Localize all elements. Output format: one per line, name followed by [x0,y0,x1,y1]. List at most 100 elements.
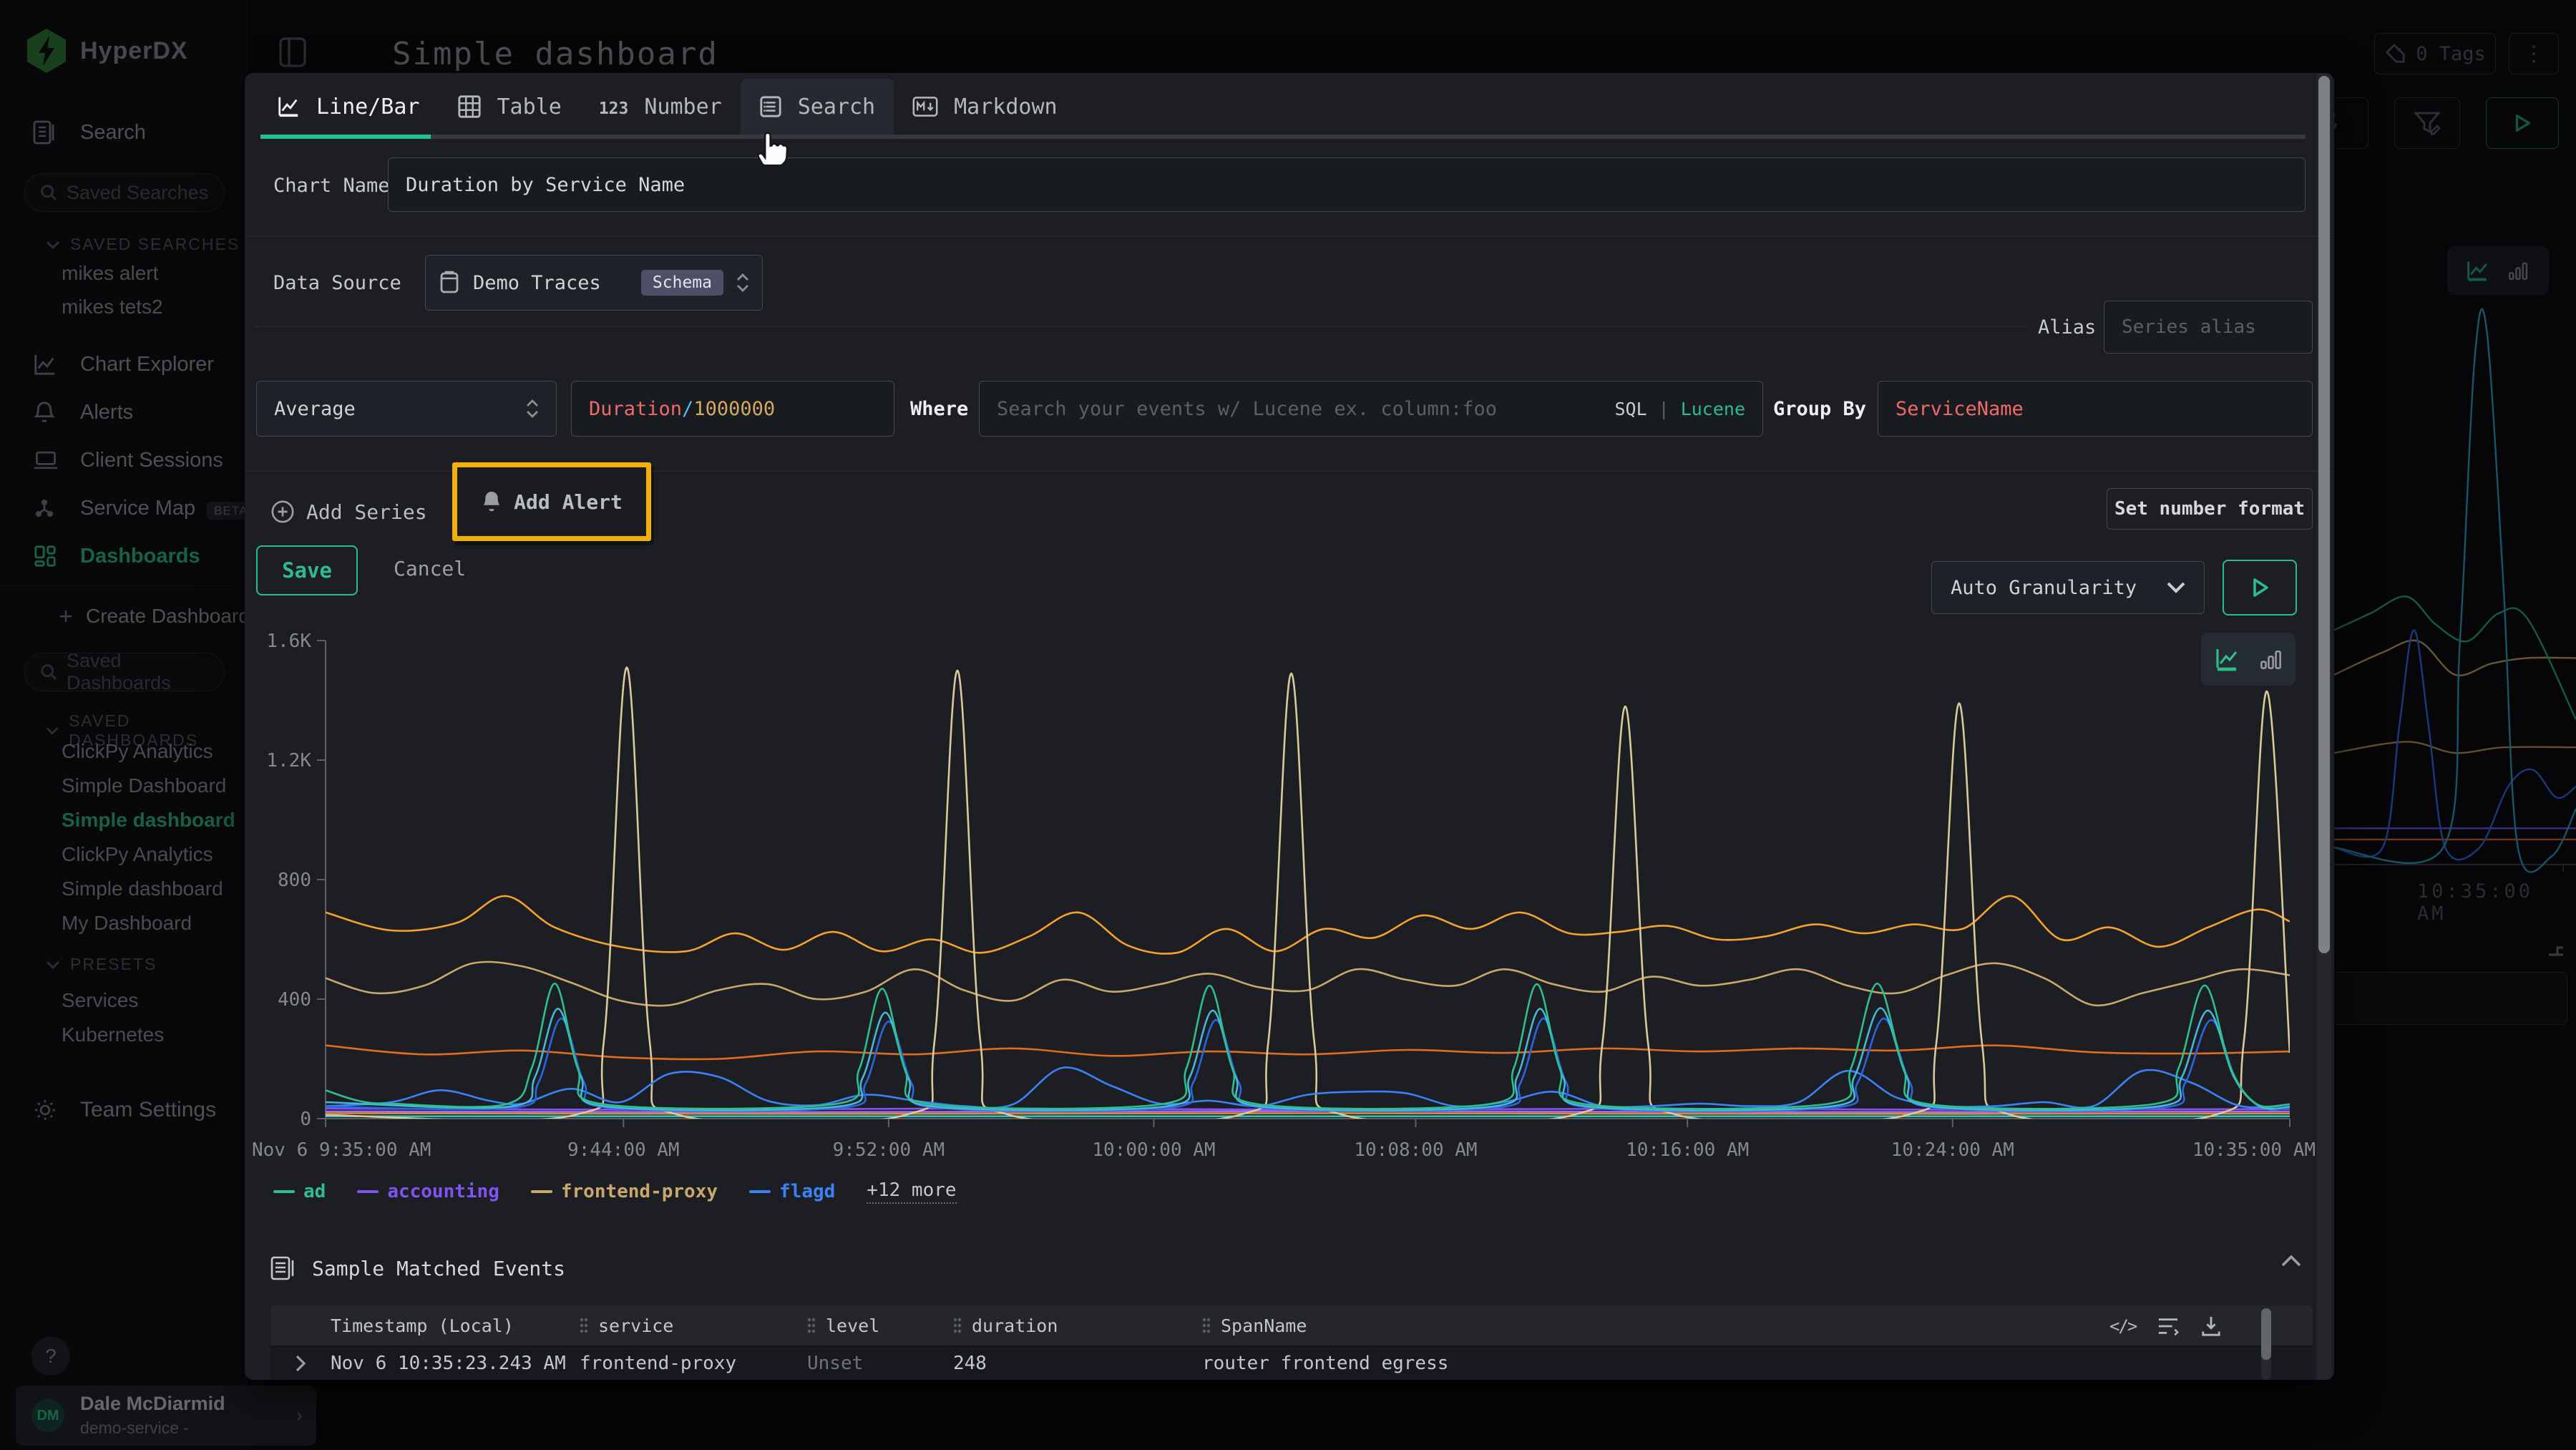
events-table-header: Timestamp (Local)serviceleveldurationSpa… [270,1305,2313,1346]
code-icon[interactable]: </> [2109,1316,2136,1336]
expand-row-icon [295,1355,306,1372]
list-icon [759,95,782,118]
svg-text:10:16:00 AM: 10:16:00 AM [1626,1139,1749,1161]
caret-updown-icon [736,273,749,293]
chart-name-label: Chart Name [273,175,390,197]
drag-handle-icon [580,1318,588,1333]
events-table-body: Nov 6 10:35:23.243 AMfrontend-proxyUnset… [270,1346,2313,1380]
svg-text:10:08:00 AM: 10:08:00 AM [1354,1139,1477,1161]
column-header-timestamp-local-[interactable]: Timestamp (Local) [323,1315,572,1336]
tab-bar: Line/BarTable123NumberSearchMarkdown [258,79,1076,135]
legend-item-ad[interactable]: ad [273,1181,326,1202]
add-alert-highlight: Add Alert [452,462,651,541]
series-line-flagd [326,1067,2290,1108]
tab-number[interactable]: 123Number [580,79,741,135]
svg-text:10:00:00 AM: 10:00:00 AM [1092,1139,1215,1161]
sql-option[interactable]: SQL [1614,399,1646,419]
field-expression-input[interactable]: Duration/1000000 [571,381,894,437]
data-source-select[interactable]: Demo Traces Schema [425,255,763,311]
table-icon [457,94,482,119]
drag-handle-icon [953,1318,962,1333]
data-source-value: Demo Traces [473,272,628,294]
svg-text:10:24:00 AM: 10:24:00 AM [1891,1139,2014,1161]
drag-handle-icon [807,1318,816,1333]
events-section-title: Sample Matched Events [312,1257,565,1280]
set-number-format-button[interactable]: Set number format [2107,488,2313,530]
add-alert-button[interactable]: Add Alert [481,490,623,514]
query-language-toggle[interactable]: SQL | Lucene [1614,399,1745,419]
divider [245,236,2334,237]
aggregation-select[interactable]: Average [256,381,557,437]
tab-search[interactable]: Search [741,79,894,135]
group-by-label: Group By [1773,398,1866,420]
mouse-cursor [757,130,791,167]
column-header-duration[interactable]: duration [946,1315,1195,1336]
events-scrollbar[interactable] [2261,1308,2271,1380]
field-token: / [682,398,693,420]
tab-table[interactable]: Table [439,79,580,135]
legend-more-link[interactable]: +12 more [867,1179,956,1204]
column-header-service[interactable]: service [572,1315,800,1336]
events-toolbar: </> [2109,1315,2222,1337]
field-token: Duration [589,398,682,420]
plus-circle-icon [270,500,295,524]
run-chart-button[interactable] [2223,560,2297,615]
granularity-select[interactable]: Auto Granularity [1931,561,2205,614]
svg-text:Nov 6 9:35:00 AM: Nov 6 9:35:00 AM [252,1139,431,1161]
series-line [326,1018,2290,1111]
svg-text:1.2K: 1.2K [266,750,311,772]
legend-item-flagd[interactable]: flagd [749,1181,835,1202]
svg-text:10:35:00 AM: 10:35:00 AM [2192,1139,2316,1161]
tab-underline-track [260,135,2306,139]
database-icon [439,271,460,295]
chart-name-input[interactable] [388,157,2306,212]
svg-text:0: 0 [300,1109,311,1130]
where-label: Where [910,398,968,420]
download-icon[interactable] [2200,1315,2222,1337]
svg-text:9:44:00 AM: 9:44:00 AM [567,1139,680,1161]
field-token: 1000000 [693,398,775,420]
divider [255,326,2028,327]
tab-markdown[interactable]: Markdown [894,79,1076,135]
chart-editor-modal: Line/BarTable123NumberSearchMarkdown Cha… [245,73,2334,1380]
data-source-label: Data Source [273,272,401,294]
add-series-button[interactable]: Add Series [270,500,427,524]
drag-handle-icon [1202,1318,1211,1333]
series-line-frontend-proxy [326,962,2290,1006]
column-header-level[interactable]: level [800,1315,946,1336]
schema-badge: Schema [641,270,723,296]
alias-input[interactable] [2104,301,2313,354]
svg-text:400: 400 [278,989,311,1011]
series-line [326,1046,2290,1059]
legend-item-accounting[interactable]: accounting [357,1181,499,1202]
events-table: Timestamp (Local)serviceleveldurationSpa… [270,1305,2313,1380]
svg-text:800: 800 [278,870,311,891]
wrap-lines-icon[interactable] [2157,1315,2179,1337]
save-button[interactable]: Save [256,545,358,595]
collapse-section-icon[interactable] [2281,1255,2301,1267]
where-input[interactable]: Search your events w/ Lucene ex. column:… [979,381,1763,437]
line-chart-icon [276,94,301,119]
events-list-icon [270,1256,295,1280]
group-by-input[interactable]: ServiceName [1878,381,2313,437]
tab-line-bar[interactable]: Line/Bar [258,79,439,135]
play-icon [2248,576,2271,599]
chart-legend: ad accounting frontend-proxy flagd +12 more [273,1179,957,1204]
cancel-button[interactable]: Cancel [394,557,466,580]
duration-chart[interactable]: 0 400 800 1.2K 1.6K Nov 6 9:35:00 AM 9:44:00 A… [250,624,2318,1177]
svg-text:1.6K: 1.6K [266,631,311,652]
svg-text:9:52:00 AM: 9:52:00 AM [833,1139,945,1161]
table-row[interactable]: Nov 6 10:35:23.243 AMfrontend-proxyUnset… [270,1346,2313,1380]
active-tab-underline [260,135,431,139]
series-line [326,668,2290,1124]
alias-label: Alias [2038,316,2096,339]
bell-icon [481,490,502,514]
caret-updown-icon [526,399,539,419]
modal-scrollbar[interactable] [2317,73,2331,1380]
lucene-option[interactable]: Lucene [1681,399,1745,419]
markdown-icon [912,96,938,117]
chevron-down-icon [2167,582,2185,593]
where-placeholder: Search your events w/ Lucene ex. column:… [997,398,1614,420]
legend-item-frontend-proxy[interactable]: frontend-proxy [531,1181,718,1202]
number-123-icon: 123 [599,94,629,120]
